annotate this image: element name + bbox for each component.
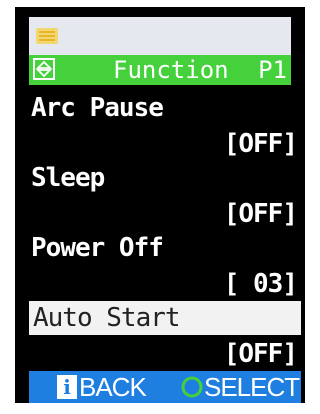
menu-item-power-off[interactable]: Power Off [ 03]	[15, 233, 305, 303]
menu-item-sleep[interactable]: Sleep [OFF]	[15, 163, 305, 233]
menu-item-label: Power Off	[31, 233, 164, 263]
menu-item-value: [ 03]	[223, 269, 298, 299]
menu-item-value: [OFF]	[223, 199, 298, 229]
select-label: SELECT	[204, 372, 300, 402]
back-label: BACK	[79, 372, 147, 402]
menu-item-label: Auto Start	[33, 303, 181, 333]
menu-item-label: Sleep	[31, 163, 105, 193]
up-down-arrows-icon	[33, 58, 55, 80]
battery-icon	[36, 28, 58, 44]
back-button[interactable]: i BACK	[57, 371, 147, 403]
title-bar: Function P1	[29, 55, 291, 85]
menu-item-label: Arc Pause	[31, 93, 164, 123]
info-icon: i	[57, 375, 77, 399]
menu-item-value: [OFF]	[223, 129, 298, 159]
menu-item-arc-pause[interactable]: Arc Pause [OFF]	[15, 93, 305, 163]
lcd-screen: Function P1 Arc Pause [OFF] Sleep [OFF] …	[15, 7, 305, 403]
menu-item-value: [OFF]	[223, 339, 298, 369]
page-title: Function	[113, 56, 229, 84]
status-bar	[29, 17, 291, 55]
select-button[interactable]: SELECT	[181, 371, 300, 403]
page-number: P1	[258, 56, 287, 84]
menu-item-auto-start[interactable]: Auto Start [OFF]	[15, 301, 305, 371]
circle-ok-icon	[181, 376, 203, 398]
softkey-bar: i BACK SELECT	[29, 371, 301, 403]
device-bezel: Function P1 Arc Pause [OFF] Sleep [OFF] …	[0, 0, 320, 414]
